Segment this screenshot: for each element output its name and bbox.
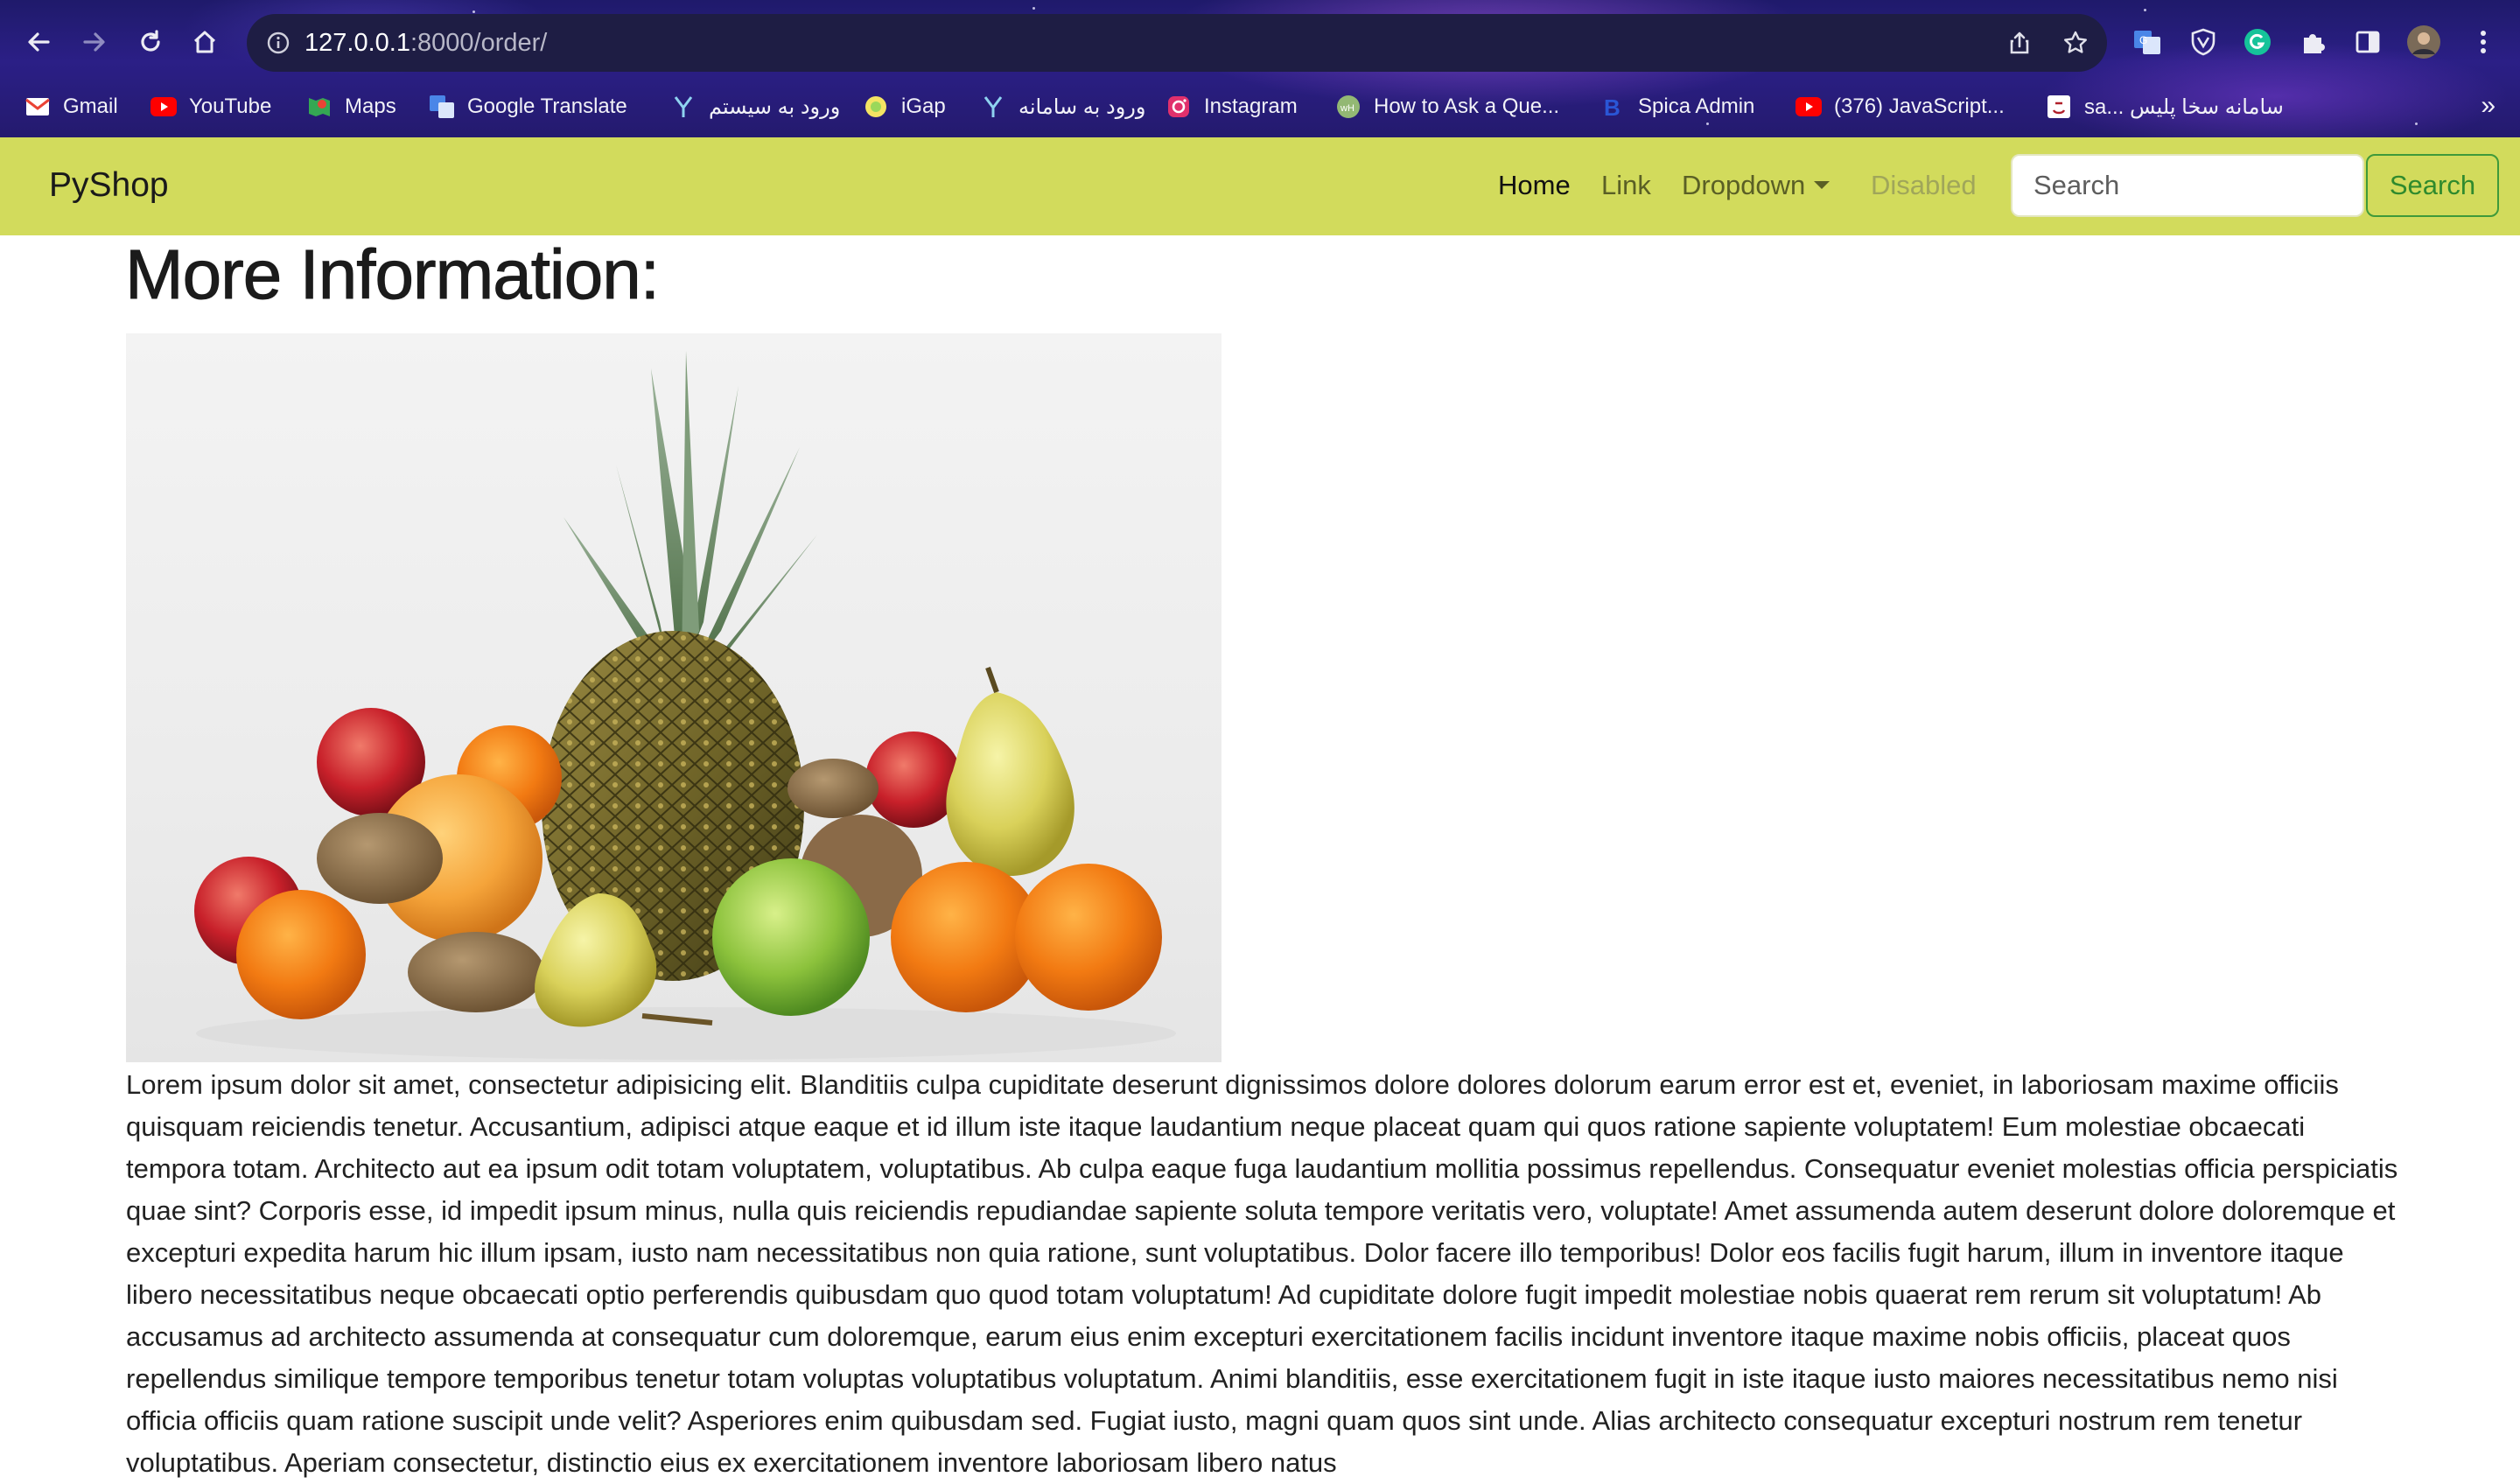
description-paragraph: Lorem ipsum dolor sit amet, consectetur …	[126, 1069, 2398, 1478]
bookmark-youtube[interactable]: YouTube	[150, 91, 271, 122]
bookmark-google-translate[interactable]: Google Translate	[429, 91, 627, 122]
portal-login-icon	[980, 94, 1006, 120]
kiwi	[317, 813, 443, 904]
home-icon[interactable]	[182, 19, 228, 65]
bookmark-igap[interactable]: iGap	[863, 91, 946, 122]
dropdown-label: Dropdown	[1682, 170, 1806, 200]
background-star	[2144, 9, 2146, 11]
address-bar[interactable]: 127.0.0.1:8000/order/	[247, 14, 2107, 72]
share-icon[interactable]	[2004, 27, 2035, 59]
page-title: More Information:	[125, 235, 661, 314]
bookmark-police-portal[interactable]: sa... سامانه سخا پلیس	[2046, 91, 2284, 122]
back-icon[interactable]	[16, 19, 61, 65]
svg-text:wH: wH	[1340, 103, 1354, 114]
bookmark-system-login[interactable]: ورود به سیستم	[670, 91, 840, 122]
bookmark-javascript-video[interactable]: (376) JavaScript...	[1796, 91, 2005, 122]
bookmark-label: Google Translate	[467, 94, 627, 118]
spica-icon: B	[1600, 94, 1626, 120]
forward-icon[interactable]	[72, 19, 117, 65]
reload-icon[interactable]	[128, 19, 173, 65]
browser-chrome: 127.0.0.1:8000/order/ G Gmail YouTube Ma…	[0, 0, 2520, 137]
search-input[interactable]	[2011, 154, 2364, 217]
bookmark-star-icon[interactable]	[2060, 27, 2091, 59]
bookmark-label: iGap	[901, 94, 946, 118]
green-apple	[712, 858, 870, 1016]
bookmark-gmail[interactable]: Gmail	[24, 91, 118, 122]
bookmark-label: Maps	[345, 94, 396, 118]
pineapple-crown	[564, 351, 817, 675]
menu-kebab-icon[interactable]	[2466, 24, 2501, 60]
bookmark-instagram[interactable]: Instagram	[1166, 91, 1298, 122]
gmail-icon	[24, 94, 51, 120]
bookmark-label: How to Ask a Que...	[1374, 94, 1560, 118]
orange	[1015, 864, 1162, 1011]
bookmark-label: ورود به سیستم	[709, 94, 841, 119]
instagram-icon	[1166, 94, 1192, 120]
fruit-illustration	[194, 351, 1176, 1060]
bookmark-label: sa... سامانه سخا پلیس	[2084, 94, 2284, 119]
background-star	[472, 10, 475, 13]
bookmark-portal-login[interactable]: ورود به سامانه	[980, 91, 1145, 122]
kiwi	[408, 932, 544, 1012]
youtube-icon	[1796, 94, 1822, 120]
bookmark-label: Spica Admin	[1638, 94, 1755, 118]
system-login-icon	[670, 94, 696, 120]
url-path: :8000/order/	[410, 29, 548, 57]
youtube-icon	[150, 94, 177, 120]
bookmark-label: (376) JavaScript...	[1834, 94, 2005, 118]
side-panel-icon[interactable]	[2350, 24, 2385, 60]
bookmarks-bar: Gmail YouTube Maps Google Translate ورود…	[0, 86, 2520, 130]
bookmark-label: ورود به سامانه	[1018, 94, 1146, 119]
nav-dropdown-toggle[interactable]: Dropdown	[1682, 170, 1830, 201]
background-star	[1032, 7, 1035, 10]
site-navbar: PyShop Home Link Dropdown Disabled Searc…	[0, 137, 2520, 235]
wikihow-icon: wH	[1335, 94, 1362, 120]
bookmark-spica-admin[interactable]: B Spica Admin	[1600, 91, 1754, 122]
bookmark-label: Gmail	[63, 94, 118, 118]
grammarly-extension-icon[interactable]	[2240, 24, 2275, 60]
igap-icon	[863, 94, 889, 120]
caret-down-icon	[1814, 181, 1830, 189]
profile-avatar[interactable]	[2406, 24, 2441, 60]
search-button[interactable]: Search	[2366, 154, 2499, 217]
nav-home-link[interactable]: Home	[1498, 170, 1571, 201]
site-info-icon[interactable]	[262, 27, 294, 59]
police-icon	[2046, 94, 2072, 120]
translate-extension-icon[interactable]: G	[2130, 24, 2165, 60]
translate-icon	[429, 94, 455, 120]
fruit-image	[126, 333, 1222, 1062]
extensions-puzzle-icon[interactable]	[2296, 24, 2331, 60]
orange	[236, 890, 366, 1019]
brand-link[interactable]: PyShop	[49, 166, 169, 205]
maps-icon	[306, 94, 332, 120]
bookmark-label: Instagram	[1204, 94, 1298, 118]
svg-text:G: G	[2139, 34, 2147, 46]
bookmark-maps[interactable]: Maps	[306, 91, 396, 122]
url-text[interactable]: 127.0.0.1:8000/order/	[304, 29, 547, 57]
nav-link-link[interactable]: Link	[1601, 170, 1651, 201]
svg-text:B: B	[1604, 94, 1620, 119]
more-bookmarks-chevron-icon[interactable]: »	[2481, 91, 2496, 121]
nav-disabled-link: Disabled	[1871, 170, 1977, 200]
kiwi	[788, 759, 878, 818]
bookmark-label: YouTube	[189, 94, 272, 118]
pear	[946, 692, 1074, 876]
url-host: 127.0.0.1	[304, 29, 410, 57]
bookmark-how-to-ask[interactable]: wH How to Ask a Que...	[1335, 91, 1559, 122]
shield-extension-icon[interactable]	[2186, 24, 2221, 60]
